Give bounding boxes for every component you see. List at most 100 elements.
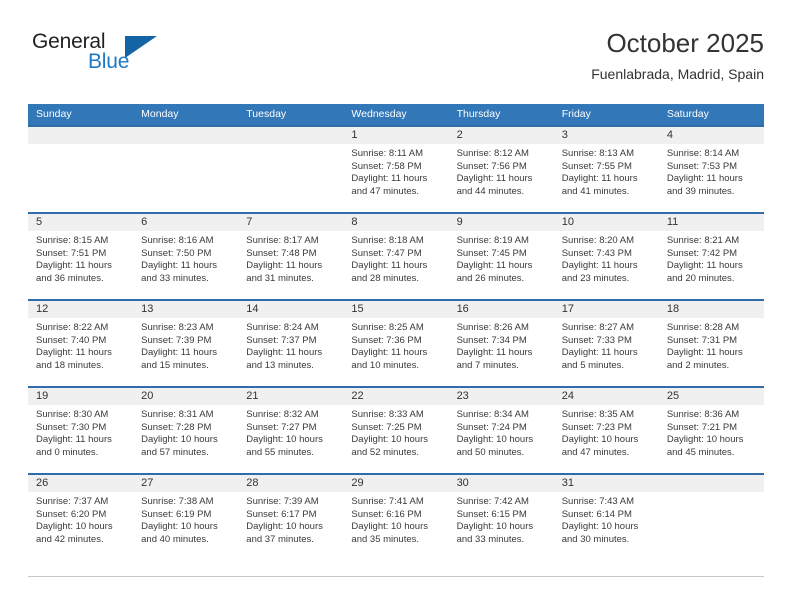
day-number: 11 <box>666 216 679 228</box>
week-row: 12 Sunrise: 8:22 AM Sunset: 7:40 PM Dayl… <box>28 299 764 386</box>
day-cell[interactable]: 27 Sunrise: 7:38 AM Sunset: 6:19 PM Dayl… <box>133 475 239 560</box>
sunset-text: Sunset: 6:19 PM <box>141 508 212 520</box>
sunrise-text: Sunrise: 8:27 AM <box>561 322 635 333</box>
weekday-header-sunday: Sunday <box>36 108 72 120</box>
day-number-band: 11 <box>658 214 764 231</box>
daylight-text-line2: and 33 minutes. <box>141 272 209 284</box>
daylight-text-line1: Daylight: 11 hours <box>36 434 112 446</box>
day-cell[interactable] <box>28 127 134 212</box>
day-cell[interactable]: 2 Sunrise: 8:12 AM Sunset: 7:56 PM Dayli… <box>448 127 554 212</box>
day-cell[interactable]: 19 Sunrise: 8:30 AM Sunset: 7:30 PM Dayl… <box>28 388 134 473</box>
sunrise-text: Sunrise: 7:39 AM <box>246 496 319 507</box>
daylight-text-line2: and 35 minutes. <box>351 533 420 545</box>
sunset-text: Sunset: 7:43 PM <box>561 247 632 259</box>
day-number-band: 26 <box>28 475 134 492</box>
day-number: 6 <box>141 216 148 228</box>
day-number-band: 28 <box>238 475 344 492</box>
sunrise-text: Sunrise: 8:13 AM <box>561 148 635 159</box>
day-cell[interactable]: 29 Sunrise: 7:41 AM Sunset: 6:16 PM Dayl… <box>343 475 449 560</box>
day-cell[interactable] <box>658 475 764 560</box>
general-blue-logo[interactable]: General Blue <box>28 30 158 86</box>
day-number: 7 <box>246 216 253 228</box>
daylight-text-line2: and 13 minutes. <box>246 359 314 371</box>
daylight-text-line2: and 2 minutes. <box>666 359 730 371</box>
sunrise-text: Sunrise: 8:25 AM <box>351 322 424 333</box>
day-cell[interactable]: 31 Sunrise: 7:43 AM Sunset: 6:14 PM Dayl… <box>553 475 659 560</box>
sunset-text: Sunset: 7:47 PM <box>351 247 422 259</box>
day-cell[interactable]: 20 Sunrise: 8:31 AM Sunset: 7:28 PM Dayl… <box>133 388 239 473</box>
day-info: Sunrise: 8:28 AM Sunset: 7:31 PM Dayligh… <box>659 318 764 372</box>
day-cell[interactable]: 5 Sunrise: 8:15 AM Sunset: 7:51 PM Dayli… <box>28 214 134 299</box>
day-cell[interactable]: 6 Sunrise: 8:16 AM Sunset: 7:50 PM Dayli… <box>133 214 239 299</box>
day-cell[interactable]: 25 Sunrise: 8:36 AM Sunset: 7:21 PM Dayl… <box>658 388 764 473</box>
daylight-text-line1: Daylight: 11 hours <box>141 260 218 272</box>
sunset-text: Sunset: 7:56 PM <box>456 160 527 172</box>
title-block: October 2025 Fuenlabrada, Madrid, Spain <box>591 28 764 84</box>
day-info: Sunrise: 8:11 AM Sunset: 7:58 PM Dayligh… <box>343 144 448 198</box>
day-number: 10 <box>561 216 574 228</box>
day-info <box>133 144 238 148</box>
day-info: Sunrise: 8:20 AM Sunset: 7:43 PM Dayligh… <box>554 231 659 285</box>
day-info: Sunrise: 8:30 AM Sunset: 7:30 PM Dayligh… <box>28 405 133 459</box>
day-info: Sunrise: 8:32 AM Sunset: 7:27 PM Dayligh… <box>238 405 343 459</box>
sunrise-text: Sunrise: 8:28 AM <box>666 322 740 333</box>
day-number-band: 25 <box>658 388 764 405</box>
daylight-text-line2: and 7 minutes. <box>456 359 519 371</box>
day-cell[interactable]: 11 Sunrise: 8:21 AM Sunset: 7:42 PM Dayl… <box>658 214 764 299</box>
sunrise-text: Sunrise: 7:41 AM <box>351 496 424 507</box>
daylight-text-line2: and 18 minutes. <box>36 359 104 371</box>
day-info: Sunrise: 8:23 AM Sunset: 7:39 PM Dayligh… <box>133 318 238 372</box>
sunrise-text: Sunrise: 8:33 AM <box>351 409 424 420</box>
day-cell[interactable]: 7 Sunrise: 8:17 AM Sunset: 7:48 PM Dayli… <box>238 214 344 299</box>
day-number: 5 <box>36 216 43 228</box>
day-cell[interactable]: 23 Sunrise: 8:34 AM Sunset: 7:24 PM Dayl… <box>448 388 554 473</box>
day-cell[interactable]: 9 Sunrise: 8:19 AM Sunset: 7:45 PM Dayli… <box>448 214 554 299</box>
day-cell[interactable]: 22 Sunrise: 8:33 AM Sunset: 7:25 PM Dayl… <box>343 388 449 473</box>
day-cell[interactable]: 13 Sunrise: 8:23 AM Sunset: 7:39 PM Dayl… <box>133 301 239 386</box>
day-cell[interactable]: 26 Sunrise: 7:37 AM Sunset: 6:20 PM Dayl… <box>28 475 134 560</box>
day-cell[interactable]: 30 Sunrise: 7:42 AM Sunset: 6:15 PM Dayl… <box>448 475 554 560</box>
sunrise-text: Sunrise: 8:15 AM <box>36 235 109 246</box>
day-cell[interactable]: 3 Sunrise: 8:13 AM Sunset: 7:55 PM Dayli… <box>553 127 659 212</box>
day-cell[interactable]: 21 Sunrise: 8:32 AM Sunset: 7:27 PM Dayl… <box>238 388 344 473</box>
sunset-text: Sunset: 6:14 PM <box>561 508 632 520</box>
daylight-text-line1: Daylight: 11 hours <box>456 347 533 359</box>
day-cell[interactable]: 28 Sunrise: 7:39 AM Sunset: 6:17 PM Dayl… <box>238 475 344 560</box>
day-number-band <box>28 127 134 144</box>
day-info: Sunrise: 8:34 AM Sunset: 7:24 PM Dayligh… <box>449 405 554 459</box>
daylight-text-line2: and 28 minutes. <box>351 272 420 284</box>
sunrise-text: Sunrise: 8:23 AM <box>141 322 214 333</box>
day-info: Sunrise: 8:17 AM Sunset: 7:48 PM Dayligh… <box>238 231 343 285</box>
sunset-text: Sunset: 7:23 PM <box>561 421 632 433</box>
day-cell[interactable] <box>133 127 239 212</box>
day-cell[interactable]: 18 Sunrise: 8:28 AM Sunset: 7:31 PM Dayl… <box>658 301 764 386</box>
weekday-header-tuesday: Tuesday <box>246 108 287 120</box>
weekday-header-saturday: Saturday <box>666 108 709 120</box>
daylight-text-line1: Daylight: 11 hours <box>561 260 638 272</box>
day-cell[interactable]: 17 Sunrise: 8:27 AM Sunset: 7:33 PM Dayl… <box>553 301 659 386</box>
day-number-band: 23 <box>448 388 554 405</box>
sunset-text: Sunset: 6:17 PM <box>246 508 317 520</box>
sunset-text: Sunset: 6:16 PM <box>351 508 422 520</box>
day-number: 29 <box>351 477 364 489</box>
day-number-band: 15 <box>343 301 449 318</box>
day-cell[interactable]: 12 Sunrise: 8:22 AM Sunset: 7:40 PM Dayl… <box>28 301 134 386</box>
day-number-band: 19 <box>28 388 134 405</box>
sunrise-text: Sunrise: 8:35 AM <box>561 409 635 420</box>
day-info: Sunrise: 8:36 AM Sunset: 7:21 PM Dayligh… <box>659 405 764 459</box>
sunset-text: Sunset: 7:37 PM <box>246 334 317 346</box>
day-number: 13 <box>141 303 154 315</box>
day-number-band: 14 <box>238 301 344 318</box>
day-cell[interactable]: 4 Sunrise: 8:14 AM Sunset: 7:53 PM Dayli… <box>658 127 764 212</box>
day-cell[interactable] <box>238 127 344 212</box>
daylight-text-line1: Daylight: 11 hours <box>351 173 428 185</box>
day-cell[interactable]: 8 Sunrise: 8:18 AM Sunset: 7:47 PM Dayli… <box>343 214 449 299</box>
day-cell[interactable]: 1 Sunrise: 8:11 AM Sunset: 7:58 PM Dayli… <box>343 127 449 212</box>
day-cell[interactable]: 16 Sunrise: 8:26 AM Sunset: 7:34 PM Dayl… <box>448 301 554 386</box>
day-cell[interactable]: 14 Sunrise: 8:24 AM Sunset: 7:37 PM Dayl… <box>238 301 344 386</box>
day-cell[interactable]: 15 Sunrise: 8:25 AM Sunset: 7:36 PM Dayl… <box>343 301 449 386</box>
day-number: 14 <box>246 303 259 315</box>
day-number-band: 10 <box>553 214 659 231</box>
day-cell[interactable]: 10 Sunrise: 8:20 AM Sunset: 7:43 PM Dayl… <box>553 214 659 299</box>
day-cell[interactable]: 24 Sunrise: 8:35 AM Sunset: 7:23 PM Dayl… <box>553 388 659 473</box>
